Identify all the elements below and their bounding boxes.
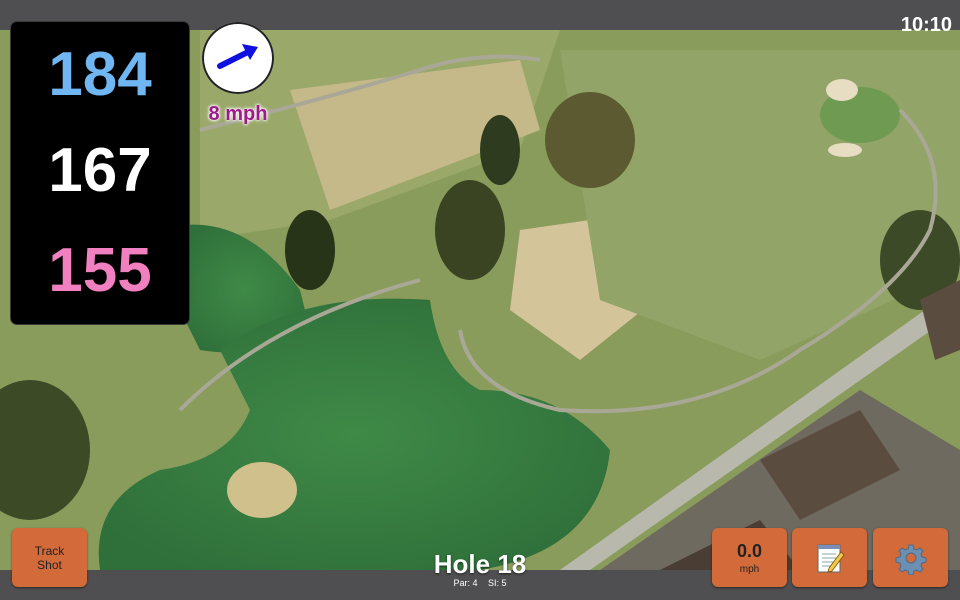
distance-panel: 184 167 155 bbox=[11, 22, 189, 324]
speed-value: 0.0 bbox=[736, 540, 763, 561]
track-shot-label: Track Shot bbox=[34, 543, 65, 572]
speed-button[interactable]: 0.0 mph bbox=[712, 528, 787, 587]
clock: 10:10 bbox=[900, 14, 952, 36]
distance-back: 184 bbox=[48, 40, 152, 109]
distance-front: 155 bbox=[48, 236, 152, 305]
track-shot-button[interactable]: Track Shot bbox=[12, 528, 87, 587]
hole-title: Hole 18 bbox=[433, 549, 527, 579]
gear-icon bbox=[895, 544, 926, 575]
notepad-icon bbox=[817, 544, 845, 573]
speed-unit: mph bbox=[739, 563, 760, 575]
wind-indicator bbox=[202, 22, 274, 94]
wind-speed: 8 mph bbox=[208, 103, 268, 125]
hole-meta: Par: 4 SI: 5 bbox=[380, 578, 580, 588]
distance-middle: 167 bbox=[48, 136, 152, 205]
hole-stroke-index: SI: 5 bbox=[488, 578, 507, 588]
wind-direction-arrow-icon bbox=[217, 44, 258, 69]
settings-button[interactable] bbox=[873, 528, 948, 587]
hole-par: Par: 4 bbox=[453, 578, 478, 588]
notes-button[interactable] bbox=[792, 528, 867, 587]
